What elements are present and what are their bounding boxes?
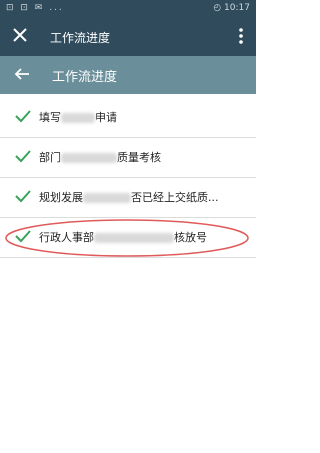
page-header: 工作流进度 bbox=[0, 56, 256, 94]
app-bar: 工作流进度 bbox=[0, 18, 256, 56]
step-label-prefix: 规划发展 bbox=[39, 191, 83, 204]
step-label-prefix: 填写 bbox=[39, 111, 61, 124]
workflow-step[interactable]: 规划发展 否已经上交纸质... bbox=[0, 178, 256, 218]
status-bar-notifications: ⊡ ⊡ ✉ ... bbox=[6, 3, 64, 13]
redacted-text bbox=[61, 153, 117, 163]
back-arrow-icon[interactable] bbox=[14, 67, 30, 81]
redacted-text bbox=[83, 193, 131, 203]
status-bar-clock: ◴ 10:17 bbox=[213, 3, 250, 13]
workflow-step[interactable]: 部门 质量考核 bbox=[0, 138, 256, 178]
workflow-step[interactable]: 填写 申请 bbox=[0, 98, 256, 138]
page-title: 工作流进度 bbox=[52, 70, 118, 85]
app-bar-title: 工作流进度 bbox=[50, 31, 111, 45]
more-menu-icon[interactable] bbox=[238, 27, 244, 45]
workflow-step-label: 部门 质量考核 bbox=[39, 149, 161, 165]
workflow-step-label: 填写 申请 bbox=[39, 109, 117, 125]
status-bar: ⊡ ⊡ ✉ ... ◴ 10:17 bbox=[0, 0, 256, 18]
check-icon bbox=[15, 190, 31, 203]
close-icon[interactable] bbox=[12, 27, 28, 43]
step-label-suffix: 质量考核 bbox=[117, 151, 161, 164]
step-label-prefix: 部门 bbox=[39, 151, 61, 164]
highlight-annotation bbox=[5, 219, 249, 257]
workflow-step-label: 规划发展 否已经上交纸质... bbox=[39, 189, 219, 205]
step-label-suffix: 否已经上交纸质... bbox=[131, 191, 219, 204]
check-icon bbox=[15, 110, 31, 123]
check-icon bbox=[15, 150, 31, 163]
step-label-suffix: 申请 bbox=[95, 111, 117, 124]
redacted-text bbox=[61, 113, 95, 123]
